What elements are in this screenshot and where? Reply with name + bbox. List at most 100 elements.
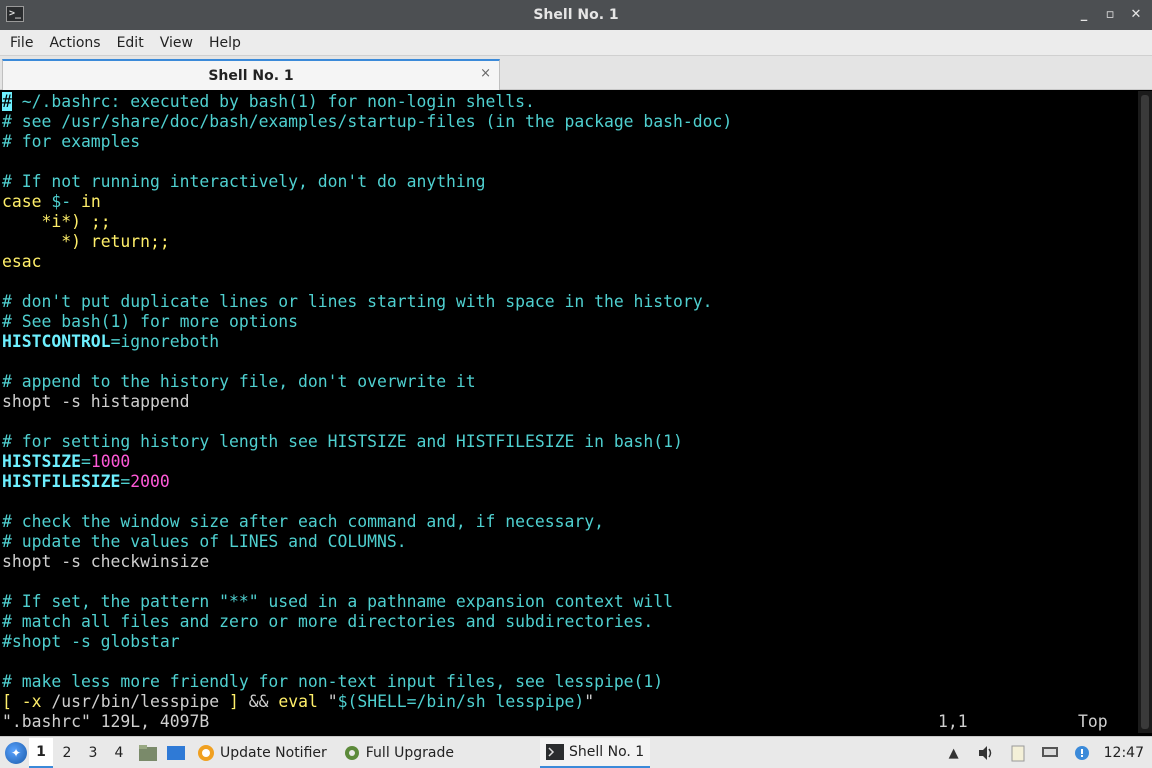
terminal-text: 2000	[130, 472, 170, 491]
terminal-text: *) return;;	[61, 232, 170, 251]
menu-file[interactable]: File	[4, 35, 39, 51]
terminal-text: esac	[2, 252, 42, 271]
task-label: Shell No. 1	[569, 743, 645, 760]
terminal-text: =ignoreboth	[110, 332, 220, 351]
terminal-line: # see /usr/share/doc/bash/examples/start…	[0, 112, 1138, 132]
terminal-line: HISTSIZE=1000	[0, 452, 1138, 472]
clock: 12:47	[1103, 745, 1144, 761]
terminal-text: ]	[229, 692, 239, 711]
terminal-text: # don't put duplicate lines or lines sta…	[2, 292, 713, 311]
task-label: Full Upgrade	[365, 744, 455, 761]
terminal-scrollbar[interactable]	[1138, 91, 1152, 733]
terminal-line: *) return;;	[0, 232, 1138, 252]
menu-help[interactable]: Help	[203, 35, 247, 51]
workspace-4[interactable]: 4	[107, 738, 131, 768]
terminal-text: # for setting history length see HISTSIZ…	[2, 432, 683, 451]
terminal-line: esac	[0, 252, 1138, 272]
terminal-text: /usr/bin/lesspipe	[41, 692, 229, 711]
terminal-text: [	[2, 692, 12, 711]
menu-view[interactable]: View	[154, 35, 199, 51]
terminal-text: HISTCONTROL	[2, 332, 111, 351]
network-icon[interactable]	[1040, 743, 1060, 763]
terminal-line: shopt -s histappend	[0, 392, 1138, 412]
menu-edit[interactable]: Edit	[111, 35, 150, 51]
terminal-text: eval	[278, 692, 318, 711]
terminal-text: shopt -s checkwinsize	[2, 552, 210, 571]
scrollbar-thumb[interactable]	[1141, 95, 1149, 729]
terminal-text: # See bash(1) for more options	[2, 312, 299, 331]
terminal-text: # for examples	[2, 132, 141, 151]
start-menu-icon[interactable]: ✦	[5, 741, 27, 764]
terminal-line: [ -x /usr/bin/lesspipe ] && eval "$(SHEL…	[0, 692, 1138, 712]
workspace-1[interactable]: 1	[29, 737, 53, 768]
tab-close-icon[interactable]: ×	[480, 66, 491, 81]
terminal-text: # If set, the pattern "**" used in a pat…	[2, 592, 674, 611]
terminal-line: case $- in	[0, 192, 1138, 212]
volume-icon[interactable]	[976, 743, 996, 763]
terminal-text: case	[2, 192, 42, 211]
notification-icon[interactable]	[1072, 743, 1092, 763]
terminal-text: # match all files and zero or more direc…	[2, 612, 654, 631]
workspace-3[interactable]: 3	[81, 738, 105, 768]
task-shell-1[interactable]: Shell No. 1	[540, 737, 651, 768]
show-desktop-icon[interactable]	[165, 743, 187, 763]
terminal-line: # If set, the pattern "**" used in a pat…	[0, 592, 1138, 612]
clipboard-icon[interactable]	[1008, 743, 1028, 763]
menu-bar: File Actions Edit View Help	[0, 30, 1152, 56]
system-tray: ▲ 12:47	[938, 737, 1152, 768]
tab-bar: Shell No. 1 ×	[0, 56, 1152, 90]
tab-shell-1[interactable]: Shell No. 1 ×	[2, 59, 500, 90]
terminal-line: # don't put duplicate lines or lines sta…	[0, 292, 1138, 312]
terminal-line: # update the values of LINES and COLUMNS…	[0, 532, 1138, 552]
terminal-line: *i*) ;;	[0, 212, 1138, 232]
task-update-notifier[interactable]: Update Notifier	[191, 738, 333, 768]
terminal-text: "	[584, 692, 595, 711]
close-button[interactable]: ✕	[1126, 4, 1146, 24]
gear-icon	[343, 744, 361, 762]
terminal-app-icon: >_	[6, 6, 24, 22]
terminal-line: # match all files and zero or more direc…	[0, 612, 1138, 632]
maximize-button[interactable]: ▫	[1100, 4, 1120, 24]
minimize-button[interactable]: _	[1074, 4, 1094, 24]
terminal-line: # append to the history file, don't over…	[0, 372, 1138, 392]
terminal-line: HISTCONTROL=ignoreboth	[0, 332, 1138, 352]
terminal-text: # make less more friendly for non-text i…	[2, 672, 664, 691]
status-cursor-position: 1,1	[938, 712, 968, 731]
menu-actions[interactable]: Actions	[43, 35, 106, 51]
task-label: Update Notifier	[220, 744, 327, 761]
scroll-up-icon[interactable]: ▲	[944, 743, 964, 763]
workspace-2[interactable]: 2	[55, 738, 79, 768]
terminal-text: # see /usr/share/doc/bash/examples/start…	[2, 112, 733, 131]
terminal-text: ~/.bashrc: executed by bash(1) for non-l…	[11, 92, 535, 111]
terminal-text: # append to the history file, don't over…	[2, 372, 476, 391]
task-full-upgrade[interactable]: Full Upgrade	[337, 738, 460, 768]
terminal-line: # check the window size after each comma…	[0, 512, 1138, 532]
terminal-view[interactable]: # ~/.bashrc: executed by bash(1) for non…	[0, 91, 1138, 733]
terminal-line: # for setting history length see HISTSIZ…	[0, 432, 1138, 452]
terminal-line: HISTFILESIZE=2000	[0, 472, 1138, 492]
terminal-icon	[546, 743, 565, 761]
terminal-text: # If not running interactively, don't do…	[2, 172, 486, 191]
terminal-line: # for examples	[0, 132, 1138, 152]
terminal-text: $-	[51, 192, 72, 211]
tab-label: Shell No. 1	[208, 67, 294, 84]
taskbar: ✦ 1 2 3 4 Update Notifier Full Upgrade S…	[0, 736, 1152, 768]
status-right: 1,1 Top	[938, 712, 1138, 732]
update-notifier-icon	[197, 744, 215, 762]
file-manager-icon[interactable]	[137, 743, 159, 763]
terminal-text: "	[317, 692, 338, 711]
terminal-cursor: #	[2, 92, 12, 111]
terminal-text: $(SHELL=/bin/sh lesspipe)	[337, 692, 585, 711]
terminal-text: shopt -s histappend	[2, 392, 190, 411]
terminal-text: &&	[238, 692, 279, 711]
